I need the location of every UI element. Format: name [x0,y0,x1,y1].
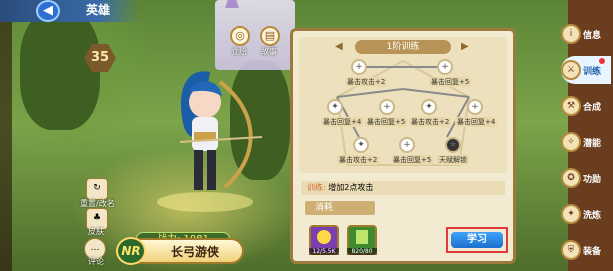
tab-equip[interactable]: ⛨ 装备 [561,236,611,264]
skin-label: 皮肤 [88,227,104,236]
training-node-label: 暴击回复+4 [321,117,364,127]
training-node[interactable]: + [437,59,453,75]
book-icon[interactable]: ▤ [260,26,280,46]
tab-label: 洗炼 [583,211,602,221]
prev-arrow-icon[interactable]: ◀ [335,41,343,52]
training-node[interactable]: ★ [445,137,461,153]
reset-icon[interactable]: ↻ [86,178,108,200]
learn-button-highlight: 学习 [446,227,508,253]
equip-icon: ⛨ [561,240,581,260]
tree-decoration [20,10,100,130]
tab-info[interactable]: i 信息 [561,20,611,48]
tab-label: 功勋 [583,175,602,185]
notification-badge [599,58,605,64]
forge-icon: ⚒ [561,96,581,116]
coin-icon [317,230,331,244]
training-description: 训练: 增加2点攻击 [301,181,505,195]
top-bar: ◀ 英雄 [0,0,140,22]
training-node[interactable]: + [467,99,483,115]
training-tree: ◀ 1阶训练 ▶ + 暴击攻击+2 + 暴击回复+5 ✦ 暴击回复+4 + 暴击… [299,37,507,173]
book-icon [356,230,368,244]
training-description-text: 增加2点攻击 [328,183,374,192]
training-node-label: 天赋解锁 [437,155,469,165]
cost-title: 消耗 [305,201,375,215]
tab-refine[interactable]: ✦ 洗炼 [561,200,611,228]
rarity-badge: NR [116,237,146,265]
tab-label: 合成 [583,103,602,113]
training-node-label: 暴击回复+5 [429,77,472,87]
next-arrow-icon[interactable]: ▶ [461,41,469,52]
training-level-title: 1阶训练 [355,40,451,54]
tab-merit[interactable]: ✪ 功勋 [561,164,611,192]
training-node[interactable]: + [399,137,415,153]
hero-figure [157,71,263,212]
hero-name: 长弓游侠 [170,245,219,259]
training-node-label: 暴击攻击+2 [345,77,388,87]
training-node-label: 暴击回复+5 [365,117,408,127]
tab-label: 训练 [583,67,602,77]
right-tab-bar: i 信息 ⚔ 训练 ⚒ 合成 ✧ 潜能 ✪ 功勋 ✦ 洗炼 ⛨ 装备 [561,0,613,271]
story-label: 故事 [261,47,277,56]
left-edge-strip [0,0,12,271]
back-arrow-icon: ◀ [43,3,53,18]
page-title: 英雄 [86,3,111,17]
training-node-label: 暴击攻击+2 [409,117,452,127]
tab-label: 潜能 [583,139,602,149]
tab-training[interactable]: ⚔ 训练 [561,56,611,84]
castle-decoration [215,0,295,70]
training-node[interactable]: + [379,99,395,115]
training-icon: ⚔ [561,60,581,80]
tab-label: 信息 [583,31,602,41]
comment-label: 评论 [88,257,104,266]
training-node-label: 暴击回复+4 [455,117,498,127]
tab-forge[interactable]: ⚒ 合成 [561,92,611,120]
training-node[interactable]: ✦ [421,99,437,115]
training-description-prefix: 训练: [307,183,326,192]
tab-label: 装备 [583,247,602,257]
cost-item-label: 820/80 [347,248,377,255]
portrait-icon[interactable]: ◎ [230,26,250,46]
training-node-label: 暴击攻击+2 [337,155,380,165]
training-node[interactable]: ✦ [327,99,343,115]
learn-button[interactable]: 学习 [451,232,503,248]
potential-icon: ✧ [561,132,581,152]
training-node[interactable]: + [351,59,367,75]
cost-item-label: 12/5.5K [309,248,339,255]
portrait-label: 立绘 [231,47,247,56]
back-button[interactable]: ◀ [36,0,60,22]
training-node-label: 暴击回复+5 [391,155,434,165]
merit-icon: ✪ [561,168,581,188]
tab-potential[interactable]: ✧ 潜能 [561,128,611,156]
refine-icon: ✦ [561,204,581,224]
info-icon: i [561,24,581,44]
training-node[interactable]: ✦ [353,137,369,153]
